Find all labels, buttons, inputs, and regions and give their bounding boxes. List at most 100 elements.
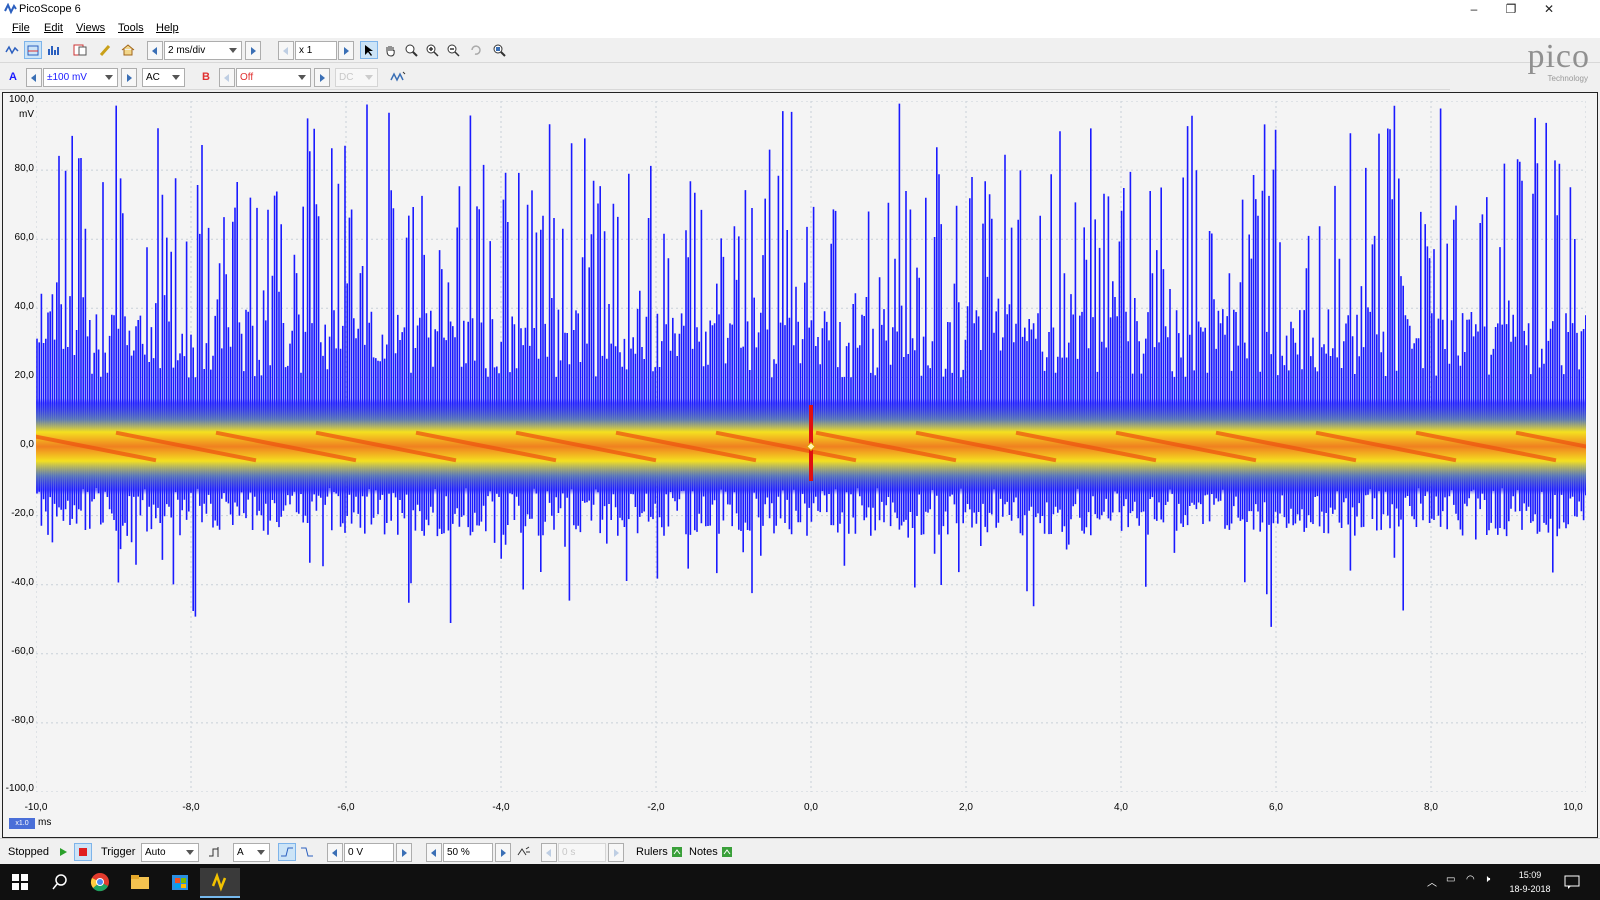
coupling-a-select[interactable]: AC	[142, 68, 185, 87]
windows-start-icon[interactable]	[0, 868, 40, 896]
y-tick-label: 0,0	[20, 439, 34, 450]
trigger-mode-select[interactable]: Auto	[141, 843, 199, 862]
wifi-icon[interactable]: ◠	[1466, 874, 1475, 885]
run-status-text: Stopped	[8, 846, 49, 858]
menu-help[interactable]: Help	[156, 22, 179, 34]
zoom-in-icon[interactable]	[423, 41, 441, 59]
chevron-down-icon	[186, 850, 194, 855]
probe-icon[interactable]	[97, 41, 115, 59]
zoom-area-icon[interactable]	[402, 41, 420, 59]
range-b-increase-button[interactable]	[314, 68, 330, 87]
clock-date: 18-9-2018	[1509, 884, 1551, 894]
x-tick-label: 0,0	[804, 802, 818, 813]
advanced-trigger-icon[interactable]	[206, 843, 224, 861]
close-button[interactable]: ✕	[1530, 0, 1568, 18]
taskbar-clock[interactable]: 15:09 18-9-2018	[1500, 868, 1560, 896]
y-tick-label: 20,0	[14, 370, 34, 381]
rulers-label: Rulers	[636, 846, 668, 858]
range-a-decrease-button[interactable]	[26, 68, 42, 87]
chevron-down-icon	[172, 75, 180, 80]
zoom-increase-button[interactable]	[338, 41, 354, 60]
timebase-select[interactable]: 2 ms/div	[164, 41, 242, 60]
notes-label: Notes	[689, 846, 718, 858]
chrome-icon[interactable]	[80, 868, 120, 896]
coupling-b-select[interactable]: DC	[335, 68, 378, 87]
spectrum-mode-icon[interactable]	[45, 41, 63, 59]
restore-button[interactable]: ❐	[1492, 0, 1530, 18]
scope-view[interactable]: 100,0 mV 80,0 60,0 40,0 20,0 0,0 -20,0 -…	[2, 92, 1598, 838]
volume-muted-icon[interactable]: 🕨	[1484, 874, 1490, 885]
threshold-field[interactable]: 0 V	[344, 843, 394, 862]
pretrigger-decrease-button[interactable]	[426, 843, 442, 862]
action-center-icon[interactable]	[1552, 868, 1592, 896]
range-b-value: Off	[240, 72, 254, 83]
falling-edge-icon[interactable]	[298, 843, 316, 861]
store-app-icon[interactable]	[160, 868, 200, 896]
delay-increase-button[interactable]	[608, 843, 624, 862]
timebase-decrease-button[interactable]	[147, 41, 163, 60]
stop-icon[interactable]	[74, 843, 92, 861]
windows-taskbar: ︿ ▭ ◠ 🕨 15:09 18-9-2018	[0, 864, 1600, 900]
zoom-factor-field[interactable]: x 1	[295, 41, 337, 60]
zoom-overview-icon[interactable]	[490, 41, 508, 59]
trigger-channel-select[interactable]: A	[233, 843, 270, 862]
chevron-down-icon	[365, 75, 373, 80]
menu-edit[interactable]: Edit	[44, 22, 63, 34]
x-tick-label: 2,0	[959, 802, 973, 813]
y-tick-label: -40,0	[11, 577, 34, 588]
undo-zoom-icon[interactable]	[466, 41, 484, 59]
x-tick-label: 4,0	[1114, 802, 1128, 813]
timebase-increase-button[interactable]	[245, 41, 261, 60]
threshold-increase-button[interactable]	[396, 843, 412, 862]
x-tick-label: 10,0	[1563, 802, 1583, 813]
picoscope-taskbar-icon[interactable]	[200, 868, 240, 898]
threshold-decrease-button[interactable]	[327, 843, 343, 862]
menu-tools[interactable]: Tools	[118, 22, 144, 34]
post-trigger-delay-icon[interactable]	[515, 843, 533, 861]
pretrigger-field[interactable]: 50 %	[443, 843, 493, 862]
main-toolbar: 2 ms/div x 1	[0, 38, 1600, 63]
trigger-channel-value: A	[237, 847, 244, 858]
menu-views[interactable]: Views	[76, 22, 105, 34]
battery-icon[interactable]: ▭	[1446, 874, 1455, 885]
scope-mode-icon[interactable]	[3, 41, 21, 59]
range-b-decrease-button[interactable]	[219, 68, 235, 87]
channel-toolbar: A ±100 mV AC B Off DC	[0, 65, 1450, 90]
channel-a-button[interactable]: A	[3, 68, 23, 86]
y-tick-label: 80,0	[14, 163, 34, 174]
file-explorer-icon[interactable]	[120, 868, 160, 896]
range-a-select[interactable]: ±100 mV	[43, 68, 118, 87]
delay-decrease-button[interactable]	[541, 843, 557, 862]
minimize-button[interactable]: –	[1455, 0, 1493, 18]
hand-tool-icon[interactable]	[381, 41, 399, 59]
range-b-select[interactable]: Off	[236, 68, 311, 87]
x-scale-badge[interactable]: x1.0	[9, 818, 35, 829]
pretrigger-increase-button[interactable]	[495, 843, 511, 862]
chevron-down-icon	[229, 48, 237, 53]
home-icon[interactable]	[119, 41, 137, 59]
trigger-toolbar: Stopped Trigger Auto A 0 V 50 % 0 s Rule…	[0, 838, 1600, 865]
rising-edge-icon[interactable]	[278, 843, 296, 861]
coupling-a-value: AC	[146, 72, 160, 83]
pointer-tool-icon[interactable]	[360, 41, 378, 59]
persistence-mode-icon[interactable]	[24, 41, 42, 59]
notes-expand-icon[interactable]	[718, 843, 736, 861]
start-icon[interactable]	[54, 843, 72, 861]
math-channels-icon[interactable]	[388, 68, 408, 86]
chevron-up-icon[interactable]: ︿	[1427, 874, 1437, 889]
menu-file[interactable]: File	[12, 22, 30, 34]
y-tick-label: 100,0	[8, 94, 34, 105]
window-title: PicoScope 6	[19, 3, 81, 15]
delay-field[interactable]: 0 s	[558, 843, 606, 862]
trigger-mode-value: Auto	[145, 847, 166, 858]
rulers-expand-icon[interactable]	[668, 843, 686, 861]
zoom-decrease-button[interactable]	[278, 41, 294, 60]
timebase-value: 2 ms/div	[168, 45, 206, 56]
pretrigger-value: 50 %	[447, 847, 470, 858]
search-icon[interactable]	[40, 868, 80, 896]
zoom-out-icon[interactable]	[444, 41, 462, 59]
range-a-increase-button[interactable]	[121, 68, 137, 87]
channel-b-button[interactable]: B	[196, 68, 216, 86]
view-layout-icon[interactable]	[71, 41, 89, 59]
x-tick-label: -4,0	[492, 802, 510, 813]
